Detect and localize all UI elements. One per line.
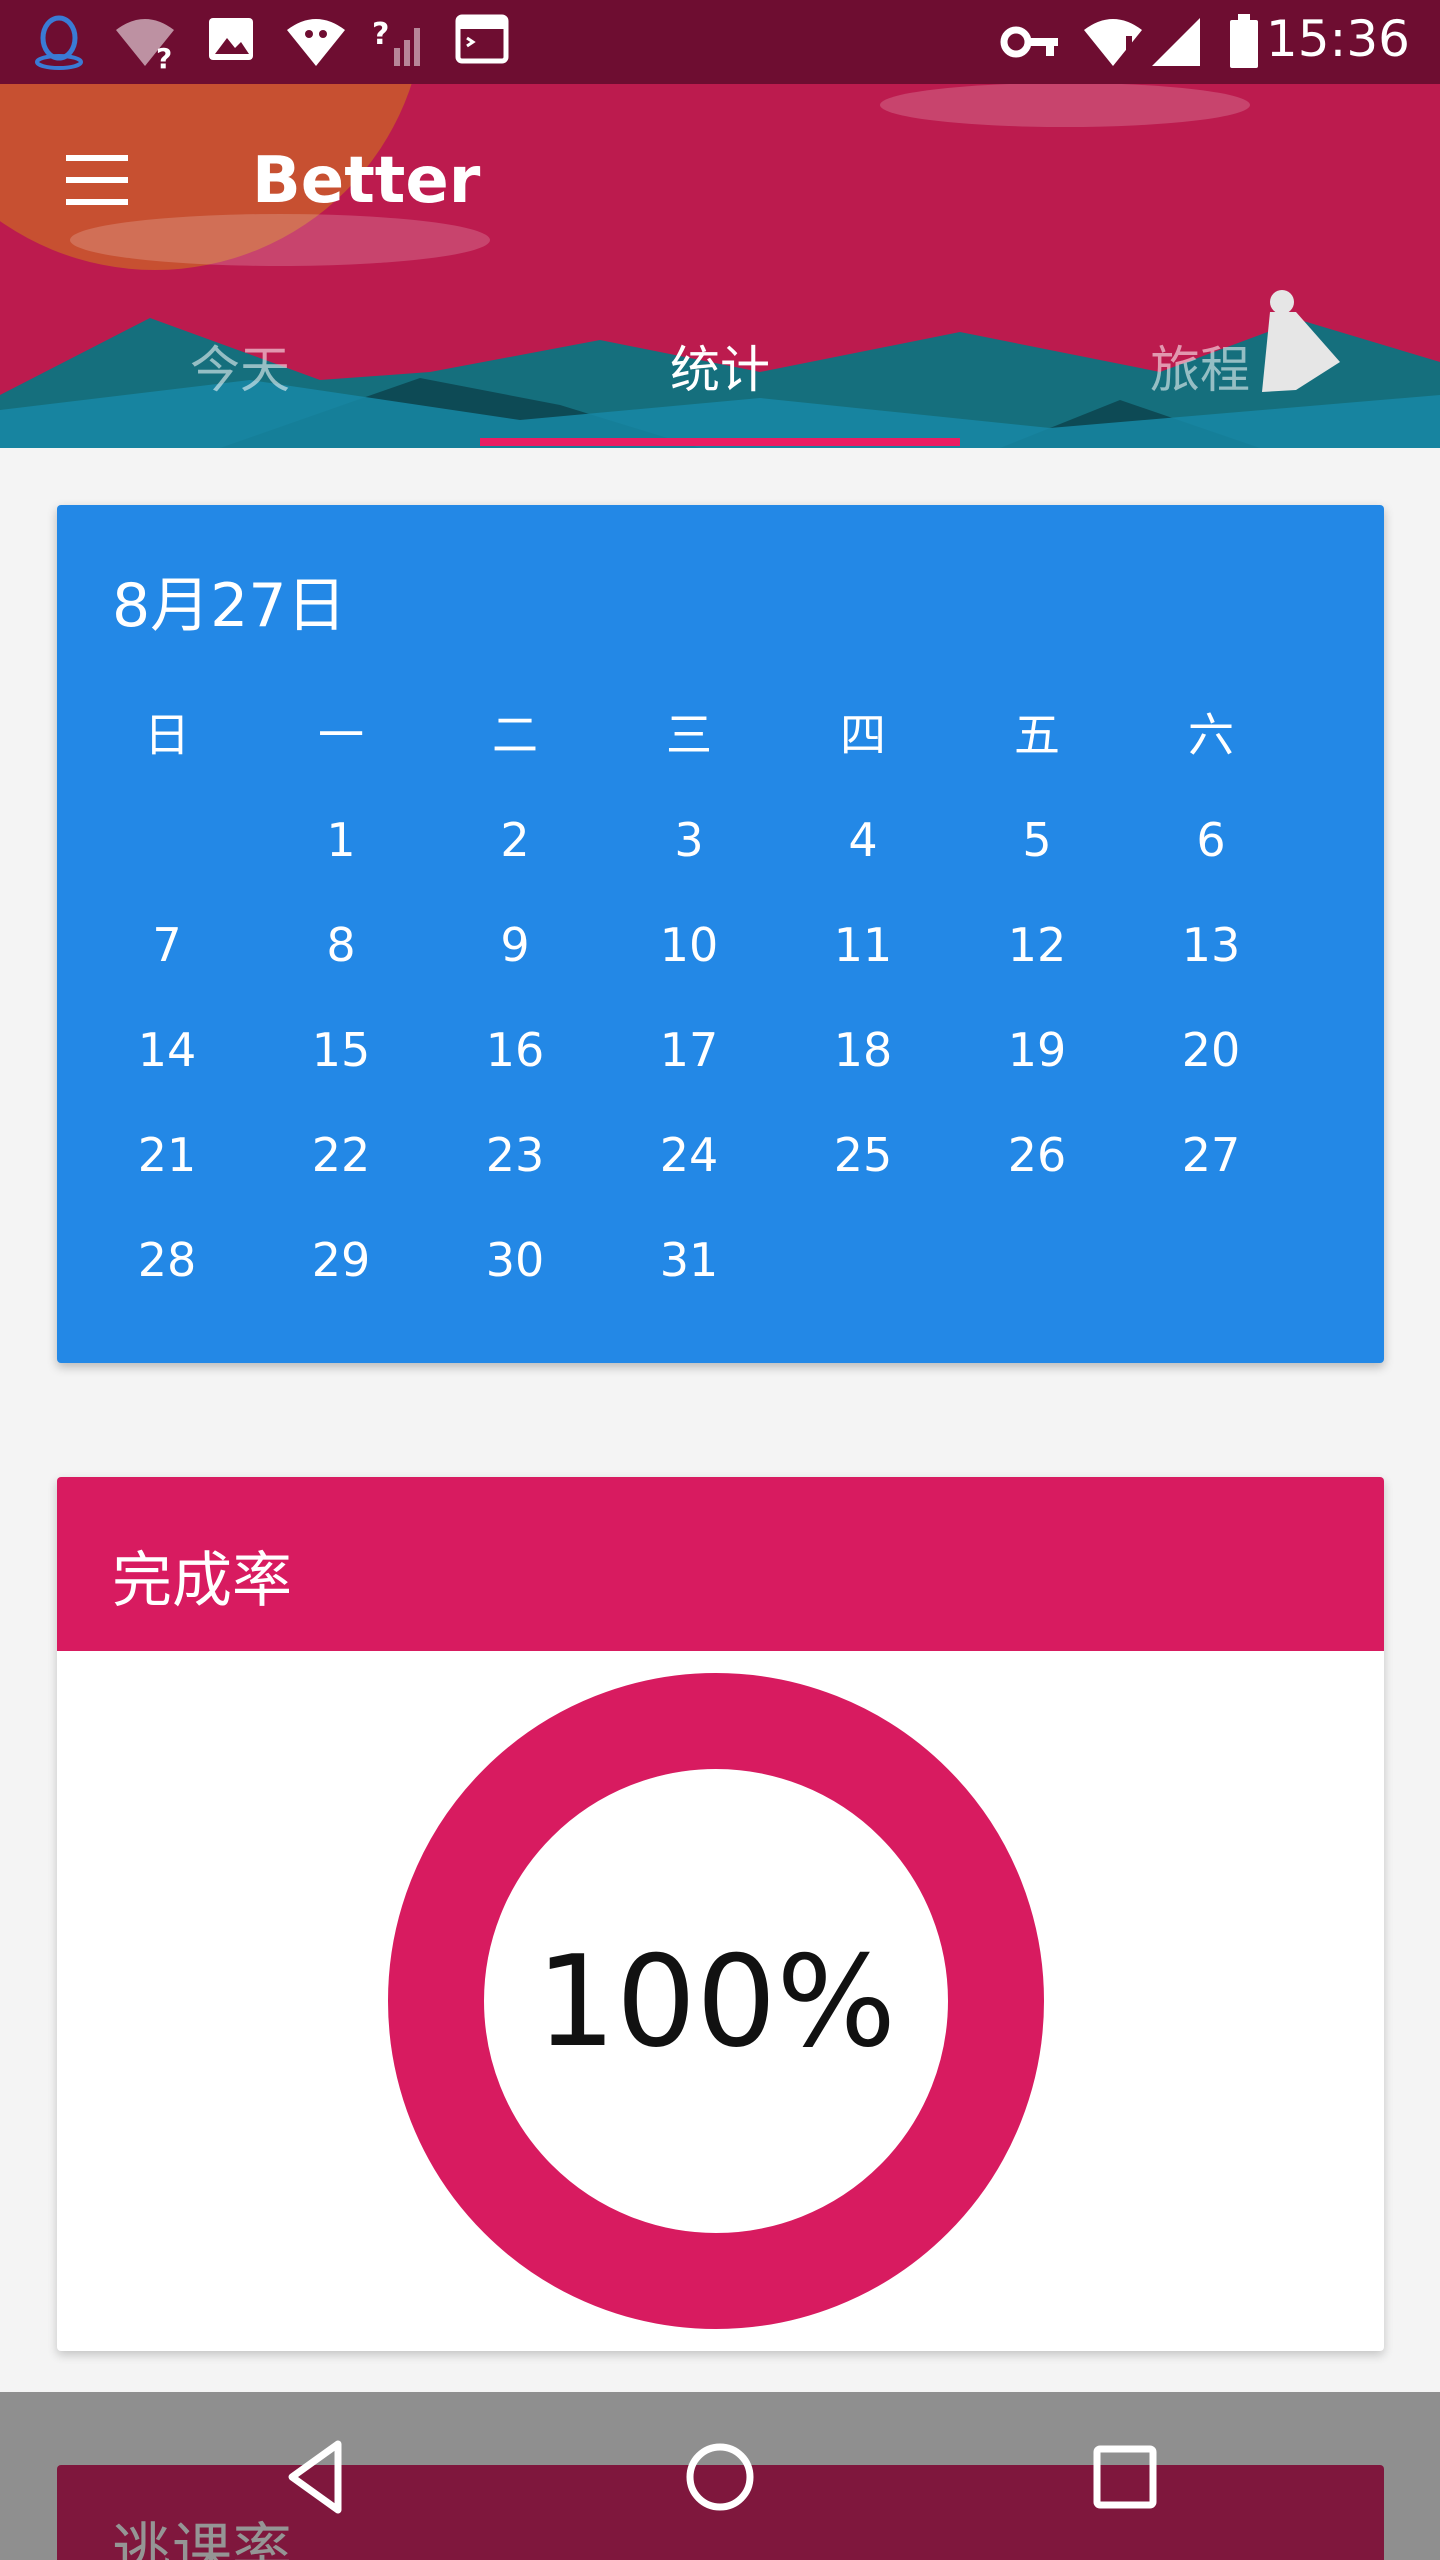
back-icon[interactable] bbox=[270, 2432, 360, 2522]
vpn-key-icon bbox=[1000, 26, 1058, 58]
completion-rate-card: 完成率 100% bbox=[57, 1477, 1384, 2351]
calendar-day[interactable]: 20 bbox=[1151, 1020, 1271, 1080]
navigation-bar bbox=[0, 2392, 1440, 2560]
calendar-day[interactable]: 29 bbox=[281, 1230, 401, 1290]
calendar-day[interactable]: 8 bbox=[281, 915, 401, 975]
svg-text:?: ? bbox=[156, 42, 172, 70]
calendar-grid: 日一二三四五六 1 2 3 4 5 6 7 8 9 10 11 12 13 14 15 16 17 18 19 20 21… bbox=[57, 505, 1384, 1363]
calendar-day[interactable]: 1 bbox=[281, 810, 401, 870]
weekday-header: 六 bbox=[1188, 708, 1234, 762]
calendar-day[interactable]: 21 bbox=[107, 1125, 227, 1185]
weekday-header: 五 bbox=[1014, 708, 1060, 762]
svg-text:?: ? bbox=[372, 17, 389, 52]
weekday-header: 二 bbox=[492, 708, 538, 762]
qq-icon bbox=[35, 15, 83, 70]
signal-icon bbox=[1152, 18, 1200, 66]
calendar-day[interactable]: 28 bbox=[107, 1230, 227, 1290]
calendar-day[interactable]: 27 bbox=[1151, 1125, 1271, 1185]
calendar-day[interactable]: 6 bbox=[1151, 810, 1271, 870]
calendar-day[interactable]: 16 bbox=[455, 1020, 575, 1080]
calendar-day[interactable]: 13 bbox=[1151, 915, 1271, 975]
calendar-day[interactable]: 24 bbox=[629, 1125, 749, 1185]
calendar-day[interactable]: 12 bbox=[977, 915, 1097, 975]
calendar-day[interactable]: 4 bbox=[803, 810, 923, 870]
calendar-card: 8月27日 日一二三四五六 1 2 3 4 5 6 7 8 9 10 11 12 13 14 15 16 17 18… bbox=[57, 505, 1384, 1363]
menu-button[interactable] bbox=[62, 155, 132, 211]
weekday-header: 三 bbox=[666, 708, 712, 762]
image-icon bbox=[209, 18, 253, 60]
tab-indicator bbox=[480, 438, 960, 446]
wifi-alert-icon bbox=[1084, 19, 1142, 66]
weekday-header: 一 bbox=[318, 708, 364, 762]
status-time: 15:36 bbox=[1265, 10, 1410, 68]
app-header: ? ? 15:36 Better 今天 统计 旅程 bbox=[0, 0, 1440, 448]
completion-rate-title: 完成率 bbox=[112, 1546, 292, 1616]
signal-unknown-icon: ? bbox=[372, 17, 420, 66]
wifi-unknown-icon: ? bbox=[116, 19, 174, 70]
home-icon[interactable] bbox=[675, 2432, 765, 2522]
app-title: Better bbox=[252, 144, 481, 218]
calendar-day[interactable]: 18 bbox=[803, 1020, 923, 1080]
calendar-day[interactable]: 7 bbox=[107, 915, 227, 975]
completion-rate-value: 100% bbox=[535, 1927, 897, 2075]
tab-journey[interactable]: 旅程 bbox=[960, 330, 1440, 402]
tab-today[interactable]: 今天 bbox=[0, 330, 480, 402]
calendar-day[interactable]: 5 bbox=[977, 810, 1097, 870]
calendar-day[interactable]: 3 bbox=[629, 810, 749, 870]
calendar-day[interactable]: 19 bbox=[977, 1020, 1097, 1080]
recents-icon[interactable] bbox=[1080, 2432, 1170, 2522]
android-icon bbox=[287, 19, 345, 66]
calendar-day[interactable]: 22 bbox=[281, 1125, 401, 1185]
calendar-day[interactable]: 9 bbox=[455, 915, 575, 975]
calendar-day[interactable]: 31 bbox=[629, 1230, 749, 1290]
weekday-header: 日 bbox=[144, 708, 190, 762]
tab-stats[interactable]: 统计 bbox=[480, 330, 960, 402]
calendar-day[interactable]: 14 bbox=[107, 1020, 227, 1080]
calendar-day[interactable]: 10 bbox=[629, 915, 749, 975]
calendar-day[interactable]: 2 bbox=[455, 810, 575, 870]
hamburger-menu-icon bbox=[66, 155, 128, 161]
status-bar: ? ? 15:36 bbox=[0, 0, 1440, 84]
calendar-day[interactable]: 17 bbox=[629, 1020, 749, 1080]
calendar-day[interactable]: 26 bbox=[977, 1125, 1097, 1185]
calendar-day[interactable]: 11 bbox=[803, 915, 923, 975]
calendar-day[interactable]: 15 bbox=[281, 1020, 401, 1080]
weekday-header: 四 bbox=[840, 708, 886, 762]
terminal-icon bbox=[455, 14, 509, 64]
calendar-day[interactable]: 30 bbox=[455, 1230, 575, 1290]
calendar-day[interactable]: 23 bbox=[455, 1125, 575, 1185]
calendar-day[interactable]: 25 bbox=[803, 1125, 923, 1185]
completion-rate-header: 完成率 bbox=[57, 1477, 1384, 1651]
battery-icon bbox=[1230, 14, 1258, 68]
